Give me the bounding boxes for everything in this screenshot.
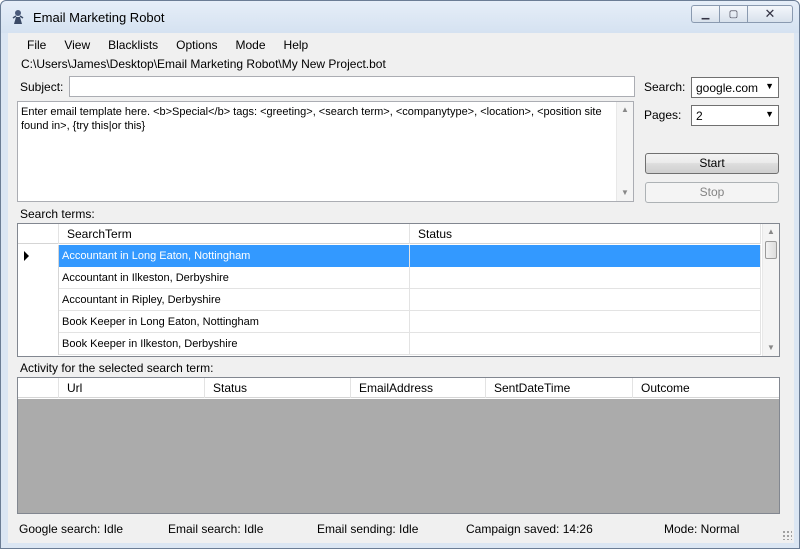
menu-help[interactable]: Help (275, 35, 318, 57)
row-header-corner (18, 224, 59, 244)
scroll-down-icon[interactable]: ▼ (763, 340, 779, 356)
search-label: Search: (644, 80, 686, 94)
row-header (18, 289, 59, 311)
search-engine-select[interactable]: google.com ▼ (691, 77, 779, 98)
table-row[interactable]: Accountant in Ilkeston, Derbyshire (18, 267, 761, 289)
email-template-text: Enter email template here. <b>Special</b… (21, 106, 605, 132)
status-cell[interactable] (410, 289, 761, 311)
close-icon: ✕ (764, 6, 776, 21)
row-header (18, 245, 59, 267)
menu-options[interactable]: Options (167, 35, 226, 57)
chevron-down-icon: ▼ (765, 81, 774, 91)
scroll-up-icon[interactable]: ▲ (763, 224, 779, 240)
chevron-down-icon: ▼ (765, 109, 774, 119)
column-header-status[interactable]: Status (205, 378, 351, 398)
scroll-thumb[interactable] (765, 241, 777, 259)
menu-file[interactable]: File (8, 35, 55, 57)
search-terms-header: SearchTerm Status (18, 224, 761, 244)
menu-blacklists[interactable]: Blacklists (99, 35, 167, 57)
menu-bar: File View Blacklists Options Mode Help (8, 35, 317, 57)
menu-mode[interactable]: Mode (227, 35, 275, 57)
app-robot-icon (12, 10, 24, 24)
table-row[interactable]: Accountant in Ripley, Derbyshire (18, 289, 761, 311)
search-term-cell[interactable]: Accountant in Ripley, Derbyshire (59, 289, 410, 311)
minimize-icon: ▁ (701, 8, 710, 20)
status-cell[interactable] (410, 311, 761, 333)
project-path: C:\Users\James\Desktop\Email Marketing R… (21, 57, 386, 71)
search-terms-scrollbar[interactable]: ▲ ▼ (762, 224, 779, 356)
start-button[interactable]: Start (645, 153, 779, 174)
column-header-searchterm[interactable]: SearchTerm (59, 224, 410, 244)
column-header-emailaddress[interactable]: EmailAddress (351, 378, 486, 398)
scroll-down-icon[interactable]: ▼ (617, 185, 633, 201)
status-cell[interactable] (410, 267, 761, 289)
window-title: Email Marketing Robot (33, 10, 165, 25)
campaign-saved-status: Campaign saved: 14:26 (466, 522, 593, 536)
column-header-outcome[interactable]: Outcome (633, 378, 779, 398)
status-bar: Google search: Idle Email search: Idle E… (8, 517, 794, 543)
email-search-status: Email search: Idle (168, 522, 264, 536)
row-header (18, 333, 59, 355)
row-header (18, 311, 59, 333)
column-header-sentdatetime[interactable]: SentDateTime (486, 378, 633, 398)
table-row[interactable]: Accountant in Long Eaton, Nottingham (18, 245, 761, 267)
search-term-cell[interactable]: Book Keeper in Ilkeston, Derbyshire (59, 333, 410, 355)
close-button[interactable]: ✕ (747, 5, 793, 23)
search-terms-grid: SearchTerm Status Accountant in Long Eat… (17, 223, 780, 357)
activity-label: Activity for the selected search term: (20, 361, 214, 375)
template-scrollbar[interactable]: ▲ ▼ (616, 102, 633, 201)
search-term-cell[interactable]: Accountant in Long Eaton, Nottingham (59, 245, 410, 267)
subject-input[interactable] (69, 76, 635, 97)
search-engine-value: google.com (696, 81, 759, 95)
subject-label: Subject: (20, 80, 64, 94)
email-sending-status: Email sending: Idle (317, 522, 419, 536)
table-row[interactable]: Book Keeper in Long Eaton, Nottingham (18, 311, 761, 333)
stop-button[interactable]: Stop (645, 182, 779, 203)
scroll-up-icon[interactable]: ▲ (617, 102, 633, 118)
activity-empty-area (18, 399, 779, 513)
client-area: File View Blacklists Options Mode Help C… (8, 33, 794, 543)
row-header (18, 267, 59, 289)
google-search-status: Google search: Idle (19, 522, 124, 536)
activity-grid: Url Status EmailAddress SentDateTime Out… (17, 377, 780, 514)
mode-status: Mode: Normal (664, 522, 740, 536)
title-bar[interactable]: Email Marketing Robot ▁ ▢ ✕ (1, 1, 799, 33)
column-header-status[interactable]: Status (410, 224, 761, 244)
current-row-icon (24, 251, 29, 261)
table-row[interactable]: Book Keeper in Ilkeston, Derbyshire (18, 333, 761, 355)
maximize-button[interactable]: ▢ (719, 5, 747, 23)
email-template-editor[interactable]: Enter email template here. <b>Special</b… (17, 101, 634, 202)
status-cell[interactable] (410, 333, 761, 355)
menu-view[interactable]: View (55, 35, 99, 57)
search-terms-label: Search terms: (20, 207, 95, 221)
pages-value: 2 (696, 109, 703, 123)
pages-select[interactable]: 2 ▼ (691, 105, 779, 126)
maximize-icon: ▢ (728, 8, 739, 20)
resize-grip-icon[interactable] (782, 530, 792, 540)
search-term-cell[interactable]: Accountant in Ilkeston, Derbyshire (59, 267, 410, 289)
status-cell[interactable] (410, 245, 761, 267)
search-term-cell[interactable]: Book Keeper in Long Eaton, Nottingham (59, 311, 410, 333)
activity-header: Url Status EmailAddress SentDateTime Out… (18, 378, 779, 398)
app-window: Email Marketing Robot ▁ ▢ ✕ File View Bl… (0, 0, 800, 549)
column-header-url[interactable]: Url (59, 378, 205, 398)
window-controls: ▁ ▢ ✕ (691, 5, 793, 23)
pages-label: Pages: (644, 108, 682, 122)
minimize-button[interactable]: ▁ (691, 5, 719, 23)
row-header-corner (18, 378, 59, 398)
